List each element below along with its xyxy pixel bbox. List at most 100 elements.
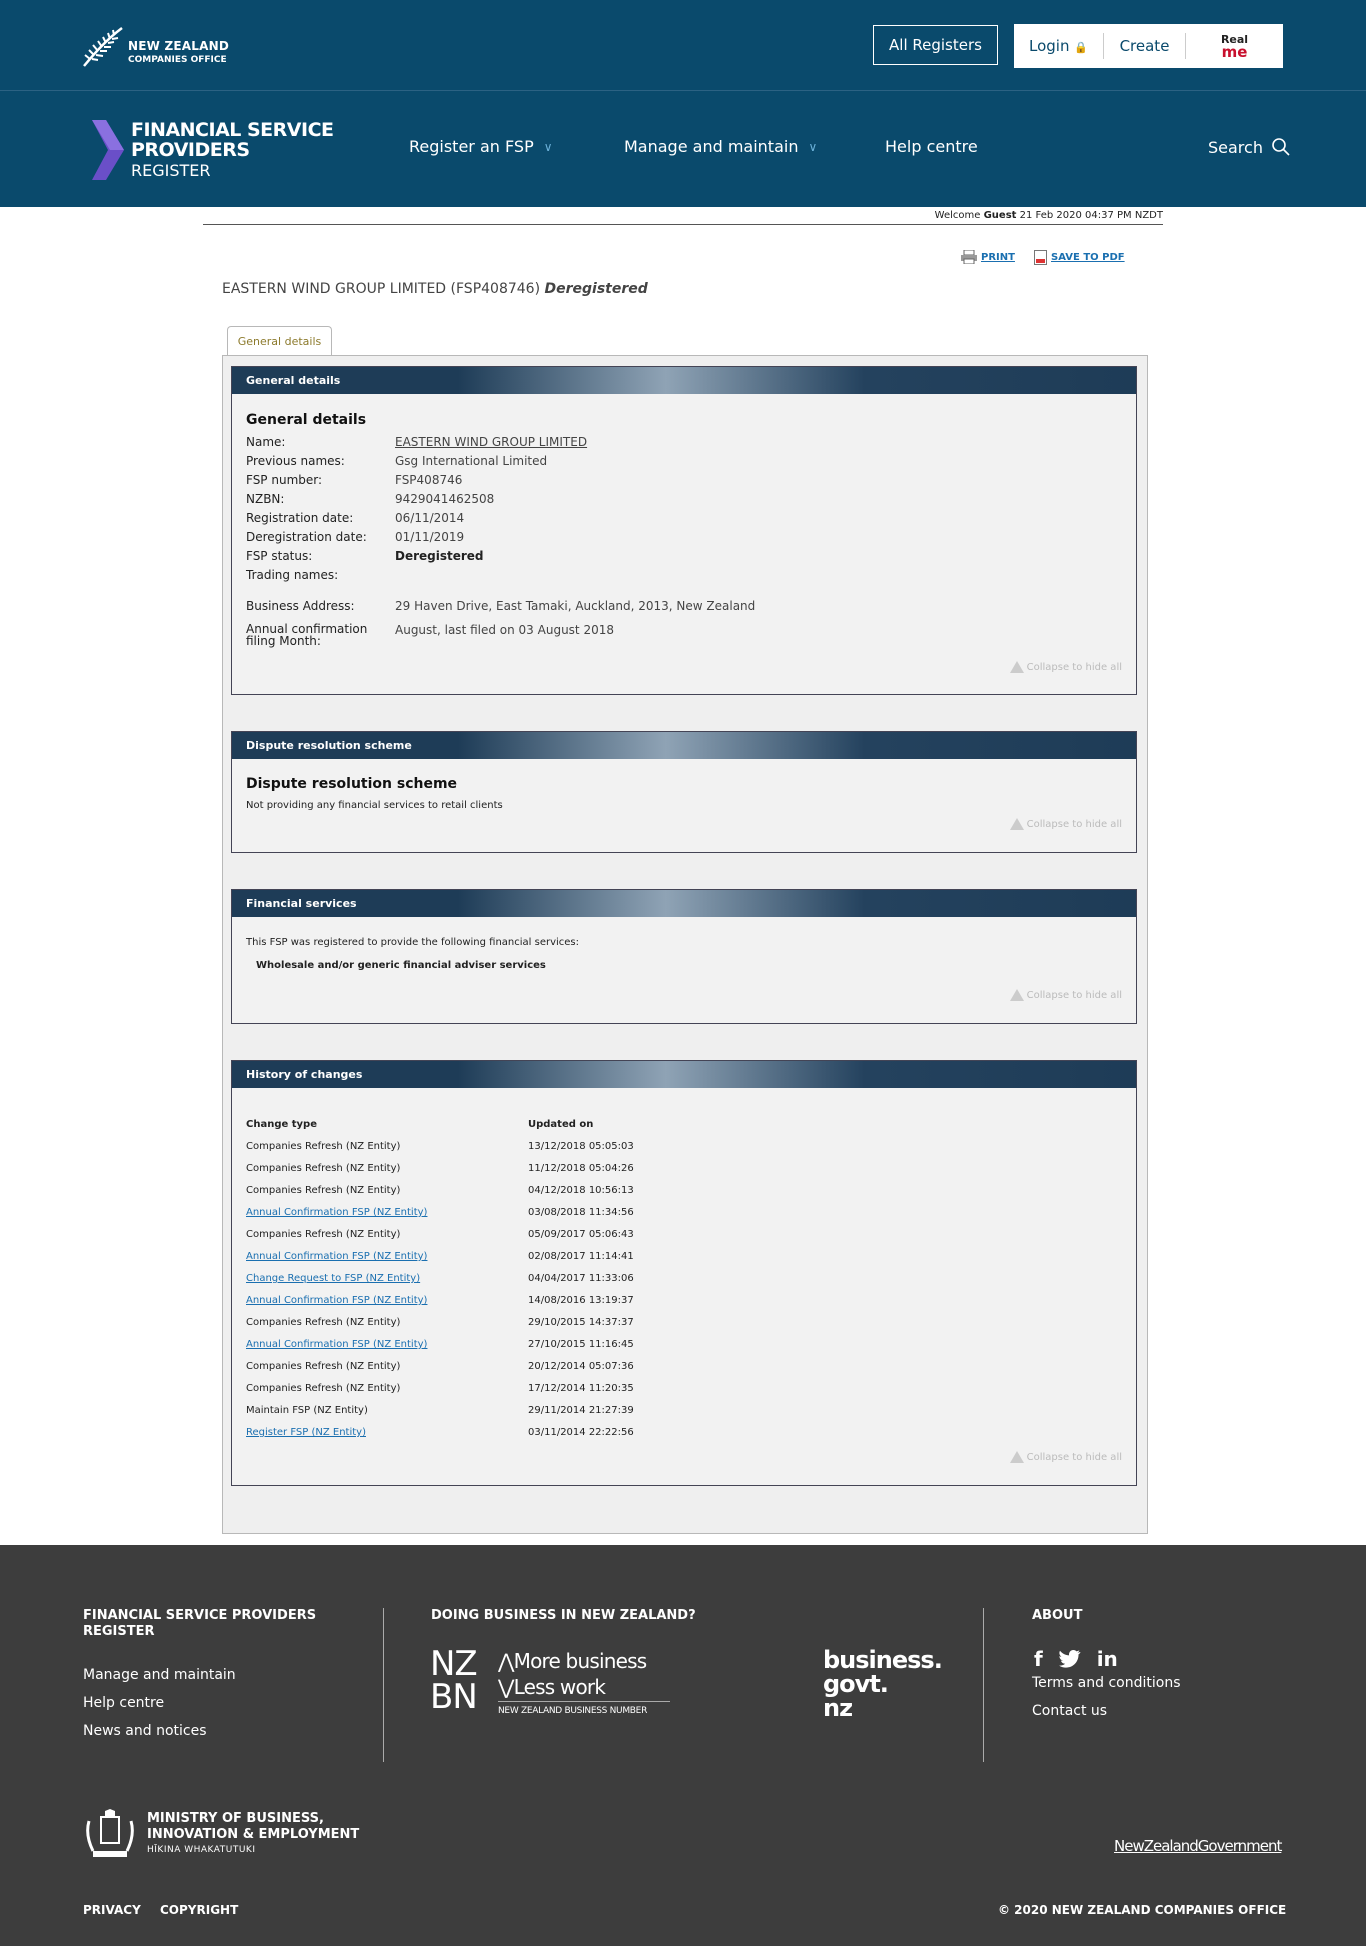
footer-link-terms[interactable]: Terms and conditions: [1032, 1675, 1181, 1691]
nzbn-less: ⋁Less work: [498, 1675, 606, 1699]
nzbn-nz: NZ: [430, 1644, 478, 1684]
linkedin-icon[interactable]: in: [1097, 1647, 1118, 1671]
search-button[interactable]: Search: [1208, 137, 1291, 157]
change-type-link[interactable]: Annual Confirmation FSP (NZ Entity): [246, 1295, 528, 1306]
panel-heading: General details: [246, 412, 367, 428]
footer-heading-line2: REGISTER: [83, 1624, 155, 1639]
collapse-label: Collapse to hide all: [1026, 1451, 1122, 1463]
mbie-logo[interactable]: MINISTRY OF BUSINESS, INNOVATION & EMPLO…: [83, 1809, 383, 1861]
nzco-line2: COMPANIES OFFICE: [128, 55, 227, 65]
change-type-link[interactable]: Annual Confirmation FSP (NZ Entity): [246, 1339, 528, 1350]
create-button[interactable]: Create: [1104, 33, 1186, 59]
realme-logo[interactable]: Real me: [1186, 34, 1283, 60]
footer-link-news[interactable]: News and notices: [83, 1723, 207, 1739]
table-row: Register FSP (NZ Entity) 03/11/2014 22:22…: [246, 1427, 634, 1438]
nav-register-fsp[interactable]: Register an FSP ∨: [409, 137, 553, 156]
nzbn-bn: BN: [430, 1677, 478, 1717]
nav-manage-maintain[interactable]: Manage and maintain ∨: [624, 137, 817, 156]
detail-value: 01/11/2019: [395, 530, 465, 544]
updated-on: 04/04/2017 11:33:06: [528, 1273, 634, 1284]
nzbn-sub: NEW ZEALAND BUSINESS NUMBER: [498, 1706, 648, 1716]
welcome-bar: Welcome Guest 21 Feb 2020 04:37 PM NZDT: [203, 208, 1163, 225]
collapse-label: Collapse to hide all: [1026, 661, 1122, 673]
footer-copyright-link[interactable]: COPYRIGHT: [160, 1902, 238, 1918]
nav-help-centre[interactable]: Help centre: [885, 137, 978, 156]
table-row: Annual Confirmation FSP (NZ Entity) 27/10…: [246, 1339, 634, 1350]
detail-row: Business Address: 29 Haven Drive, East Ta…: [246, 599, 755, 613]
collapse-link[interactable]: Collapse to hide all: [1009, 1451, 1122, 1463]
login-button[interactable]: Login 🔒: [1014, 33, 1104, 59]
entity-name-link[interactable]: EASTERN WIND GROUP LIMITED: [395, 435, 587, 449]
history-header: Change type Updated on: [246, 1119, 593, 1130]
detail-key: Trading names:: [246, 568, 339, 582]
save-pdf-link[interactable]: SAVE TO PDF: [1034, 250, 1125, 265]
site-header: NEW ZEALAND COMPANIES OFFICE All Registe…: [0, 0, 1366, 207]
change-type-link[interactable]: Annual Confirmation FSP (NZ Entity): [246, 1207, 528, 1218]
detail-row: Annual confirmation filing Month: August, …: [246, 623, 614, 647]
nav-label: Manage and maintain: [624, 137, 799, 156]
change-type-link[interactable]: Change Request to FSP (NZ Entity): [246, 1273, 528, 1284]
chevron-logo-icon: [92, 120, 124, 180]
footer-divider: [983, 1608, 984, 1762]
updated-on: 17/12/2014 11:20:35: [528, 1383, 634, 1394]
collapse-icon: [1009, 989, 1024, 1001]
table-row: Companies Refresh (NZ Entity) 29/10/2015 …: [246, 1317, 634, 1328]
col-change-type: Change type: [246, 1119, 317, 1130]
mbie-line1: MINISTRY OF BUSINESS,: [147, 1811, 324, 1826]
nzbn-logo[interactable]: NZ BN ⋀More business ⋁Less work NEW ZEAL…: [430, 1647, 670, 1727]
login-box: Login 🔒 Create Real me: [1014, 24, 1283, 68]
footer-about-heading: ABOUT: [1032, 1608, 1083, 1623]
detail-key: NZBN:: [246, 492, 285, 506]
updated-on: 14/08/2016 13:19:37: [528, 1295, 634, 1306]
fsp-register-logo[interactable]: FINANCIAL SERVICE PROVIDERS REGISTER: [84, 120, 344, 182]
detail-row: Registration date: 06/11/2014: [246, 511, 464, 525]
change-type: Companies Refresh (NZ Entity): [246, 1383, 401, 1394]
print-link[interactable]: PRINT: [961, 250, 1015, 264]
print-label: PRINT: [981, 251, 1015, 263]
panel-bar: General details: [232, 367, 1136, 394]
detail-value: FSP408746: [395, 473, 463, 487]
footer-link-help[interactable]: Help centre: [83, 1695, 164, 1711]
change-type-link[interactable]: Annual Confirmation FSP (NZ Entity): [246, 1251, 528, 1262]
table-row: Companies Refresh (NZ Entity) 13/12/2018 …: [246, 1141, 634, 1152]
collapse-link[interactable]: Collapse to hide all: [1009, 818, 1122, 830]
collapse-link[interactable]: Collapse to hide all: [1009, 989, 1122, 1001]
silver-fern-icon: [83, 27, 123, 67]
nz-government-logo[interactable]: NewZealandGovernment: [1114, 1837, 1282, 1855]
table-row: Annual Confirmation FSP (NZ Entity) 03/08…: [246, 1207, 634, 1218]
table-row: Companies Refresh (NZ Entity) 05/09/2017 …: [246, 1229, 634, 1240]
social-links: f in: [1034, 1647, 1118, 1671]
dispute-text: Not providing any financial services to …: [246, 800, 503, 811]
tab-general-details[interactable]: General details: [227, 326, 332, 356]
change-type: Maintain FSP (NZ Entity): [246, 1405, 368, 1416]
detail-key: FSP number:: [246, 473, 323, 487]
detail-key: Business Address:: [246, 599, 355, 613]
business-govt-logo[interactable]: business. govt. nz: [823, 1648, 943, 1722]
footer-fsp-heading: FINANCIAL SERVICE PROVIDERS REGISTER: [83, 1608, 316, 1640]
coat-of-arms-icon: [86, 1809, 134, 1857]
footer-link-manage[interactable]: Manage and maintain: [83, 1667, 236, 1683]
page-title: EASTERN WIND GROUP LIMITED (FSP408746) D…: [222, 281, 648, 297]
twitter-icon[interactable]: [1058, 1650, 1081, 1668]
updated-on: 03/11/2014 22:22:56: [528, 1427, 634, 1438]
table-row: Change Request to FSP (NZ Entity) 04/04/2…: [246, 1273, 634, 1284]
footer-link-contact[interactable]: Contact us: [1032, 1703, 1107, 1719]
bg-line3: nz: [823, 1694, 853, 1722]
collapse-link[interactable]: Collapse to hide all: [1009, 661, 1122, 673]
dispute-resolution-panel: Dispute resolution scheme Dispute resolu…: [231, 731, 1137, 853]
detail-row: Name: EASTERN WIND GROUP LIMITED: [246, 435, 587, 449]
table-row: Companies Refresh (NZ Entity) 04/12/2018 …: [246, 1185, 634, 1196]
detail-key: Name:: [246, 435, 286, 449]
change-type-link[interactable]: Register FSP (NZ Entity): [246, 1427, 528, 1438]
mbie-line3: HĪKINA WHAKATUTUKI: [147, 1845, 256, 1855]
all-registers-button[interactable]: All Registers: [873, 25, 998, 65]
annual-label-2: filing Month:: [246, 634, 321, 648]
general-details-panel: General details General details Name: EAS…: [231, 366, 1137, 695]
footer-privacy-link[interactable]: PRIVACY: [83, 1902, 141, 1918]
facebook-icon[interactable]: f: [1034, 1647, 1043, 1671]
detail-value: Gsg International Limited: [395, 454, 548, 468]
nz-companies-office-logo[interactable]: NEW ZEALAND COMPANIES OFFICE: [82, 24, 262, 68]
fsp-logo-line1: FINANCIAL SERVICE: [131, 119, 334, 141]
change-type: Companies Refresh (NZ Entity): [246, 1163, 401, 1174]
header-divider: [0, 90, 1366, 91]
